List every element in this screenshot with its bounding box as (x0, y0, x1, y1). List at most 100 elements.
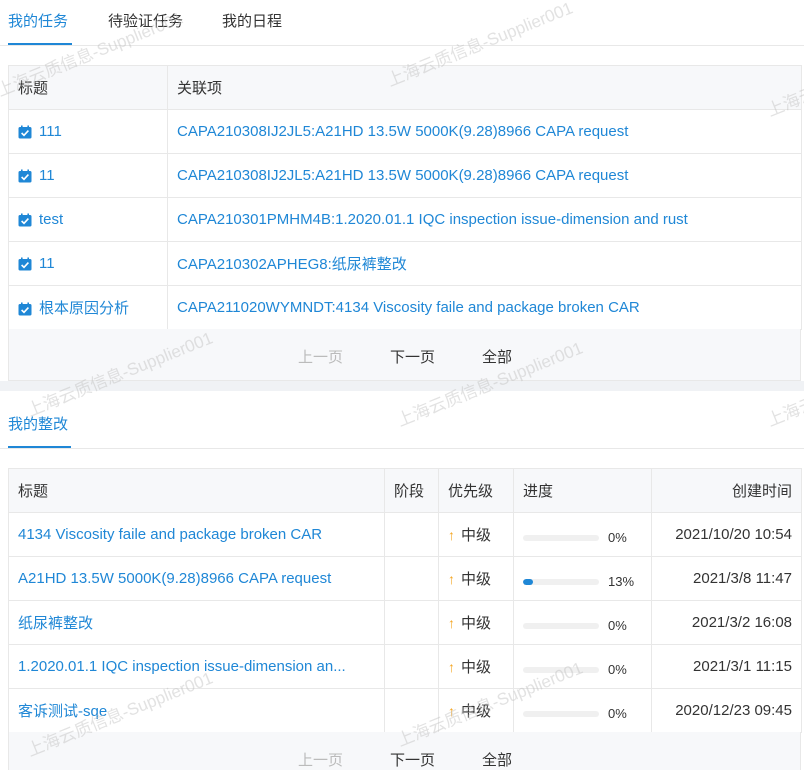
created-time-cell: 2021/3/1 11:15 (651, 644, 802, 689)
table-row: 根本原因分析 CAPA211020WYMNDT:4134 Viscosity fa… (8, 285, 802, 330)
column-header-stage: 阶段 (384, 468, 439, 513)
rectification-title-link[interactable]: A21HD 13.5W 5000K(9.28)8966 CAPA request (18, 570, 331, 587)
column-header-priority: 优先级 (438, 468, 514, 513)
table-header-row: 标题 关联项 (8, 65, 802, 110)
next-page-button[interactable]: 下一页 (390, 346, 435, 367)
priority-cell: ↑ 中级 (438, 688, 514, 733)
rectification-title-cell: 4134 Viscosity faile and package broken … (8, 512, 385, 557)
task-title-link[interactable]: 11 (39, 255, 55, 272)
related-item-link[interactable]: CAPA210302APHEG8:纸尿裤整改 (177, 256, 407, 273)
table-row: 1.2020.01.1 IQC inspection issue-dimensi… (8, 644, 802, 689)
progress-bar: 13% (523, 568, 642, 589)
task-related-cell: CAPA210308IJ2JL5:A21HD 13.5W 5000K(9.28)… (167, 109, 802, 154)
created-time-cell: 2021/10/20 10:54 (651, 512, 802, 557)
related-item-link[interactable]: CAPA210301PMHM4B:1.2020.01.1 IQC inspect… (177, 211, 688, 228)
progress-track (523, 578, 599, 585)
priority-cell: ↑ 中级 (438, 512, 514, 557)
priority-cell: ↑ 中级 (438, 644, 514, 689)
task-title-link[interactable]: 根本原因分析 (39, 300, 129, 317)
stage-cell (384, 556, 439, 601)
table-row: test CAPA210301PMHM4B:1.2020.01.1 IQC ins… (8, 197, 802, 242)
task-title-cell: 111 (8, 109, 168, 154)
arrow-up-icon: ↑ (448, 615, 455, 631)
tab-my-tasks[interactable]: 我的任务 (8, 10, 68, 31)
task-related-cell: CAPA210308IJ2JL5:A21HD 13.5W 5000K(9.28)… (167, 153, 802, 198)
rectification-title-link[interactable]: 客诉测试-sqe (18, 703, 107, 720)
task-title-link[interactable]: 111 (39, 123, 62, 140)
rectification-title-cell: 客诉测试-sqe (8, 688, 385, 733)
task-title-cell: 根本原因分析 (8, 285, 168, 330)
task-title-link[interactable]: 11 (39, 167, 55, 184)
progress-cell: 0% (513, 600, 652, 645)
table-row: 111 CAPA210308IJ2JL5:A21HD 13.5W 5000K(9.… (8, 109, 802, 154)
related-item-link[interactable]: CAPA210308IJ2JL5:A21HD 13.5W 5000K(9.28)… (177, 167, 628, 184)
priority-label: 中级 (461, 703, 492, 720)
arrow-up-icon: ↑ (448, 659, 455, 675)
rectification-title-link[interactable]: 4134 Viscosity faile and package broken … (18, 526, 322, 543)
next-page-button[interactable]: 下一页 (390, 749, 435, 770)
rectification-pagination: 上一页 下一页 全部 (8, 732, 801, 770)
stage-cell (384, 688, 439, 733)
table-row: 4134 Viscosity faile and package broken … (8, 512, 802, 557)
arrow-up-icon: ↑ (448, 571, 455, 587)
table-row: 11 CAPA210308IJ2JL5:A21HD 13.5W 5000K(9.2… (8, 153, 802, 198)
rectification-table: 标题 阶段 优先级 进度 创建时间 4134 Viscosity faile a… (8, 468, 802, 733)
priority-cell: ↑ 中级 (438, 600, 514, 645)
rectification-header: 我的整改 (0, 400, 804, 449)
priority-label: 中级 (461, 615, 492, 632)
priority-label: 中级 (461, 527, 492, 544)
progress-track (523, 666, 599, 673)
tab-pending-verification[interactable]: 待验证任务 (108, 10, 183, 31)
stage-cell (384, 512, 439, 557)
table-row: 客诉测试-sqe ↑ 中级 0% 2020/12/23 09:45 (8, 688, 802, 733)
stage-cell (384, 644, 439, 689)
task-related-cell: CAPA210302APHEG8:纸尿裤整改 (167, 241, 802, 286)
table-header-row: 标题 阶段 优先级 进度 创建时间 (8, 468, 802, 513)
rectification-title-link[interactable]: 纸尿裤整改 (18, 615, 93, 632)
rectification-title-cell: 纸尿裤整改 (8, 600, 385, 645)
table-row: 11 CAPA210302APHEG8:纸尿裤整改 (8, 241, 802, 286)
priority-label: 中级 (461, 571, 492, 588)
calendar-check-icon (18, 213, 32, 227)
progress-track (523, 534, 599, 541)
column-header-created: 创建时间 (651, 468, 802, 513)
column-header-title: 标题 (8, 468, 385, 513)
tab-my-rectification[interactable]: 我的整改 (8, 413, 68, 434)
stage-cell (384, 600, 439, 645)
priority-cell: ↑ 中级 (438, 556, 514, 601)
priority-label: 中级 (461, 659, 492, 676)
task-related-cell: CAPA211020WYMNDT:4134 Viscosity faile an… (167, 285, 802, 330)
created-time-cell: 2021/3/2 16:08 (651, 600, 802, 645)
active-tab-indicator (8, 446, 71, 448)
progress-track (523, 710, 599, 717)
rectification-title-link[interactable]: 1.2020.01.1 IQC inspection issue-dimensi… (18, 658, 346, 675)
progress-cell: 0% (513, 688, 652, 733)
created-time-cell: 2020/12/23 09:45 (651, 688, 802, 733)
column-header-progress: 进度 (513, 468, 652, 513)
progress-cell: 0% (513, 512, 652, 557)
prev-page-button[interactable]: 上一页 (298, 749, 343, 770)
all-button[interactable]: 全部 (482, 749, 512, 770)
tab-my-schedule[interactable]: 我的日程 (222, 10, 282, 31)
task-title-cell: 11 (8, 241, 168, 286)
created-time-cell: 2021/3/8 11:47 (651, 556, 802, 601)
task-title-cell: 11 (8, 153, 168, 198)
progress-percent: 0% (608, 662, 627, 677)
column-header-title: 标题 (8, 65, 168, 110)
related-item-link[interactable]: CAPA210308IJ2JL5:A21HD 13.5W 5000K(9.28)… (177, 123, 628, 140)
progress-track (523, 622, 599, 629)
task-title-link[interactable]: test (39, 211, 63, 228)
prev-page-button[interactable]: 上一页 (298, 346, 343, 367)
task-title-cell: test (8, 197, 168, 242)
active-tab-indicator (8, 43, 72, 45)
progress-cell: 0% (513, 644, 652, 689)
progress-percent: 0% (608, 618, 627, 633)
progress-bar: 0% (523, 612, 642, 633)
related-item-link[interactable]: CAPA211020WYMNDT:4134 Viscosity faile an… (177, 299, 640, 316)
tasks-pagination: 上一页 下一页 全部 (8, 329, 801, 381)
all-button[interactable]: 全部 (482, 346, 512, 367)
calendar-check-icon (18, 169, 32, 183)
progress-cell: 13% (513, 556, 652, 601)
table-row: 纸尿裤整改 ↑ 中级 0% 2021/3/2 16:08 (8, 600, 802, 645)
calendar-check-icon (18, 125, 32, 139)
